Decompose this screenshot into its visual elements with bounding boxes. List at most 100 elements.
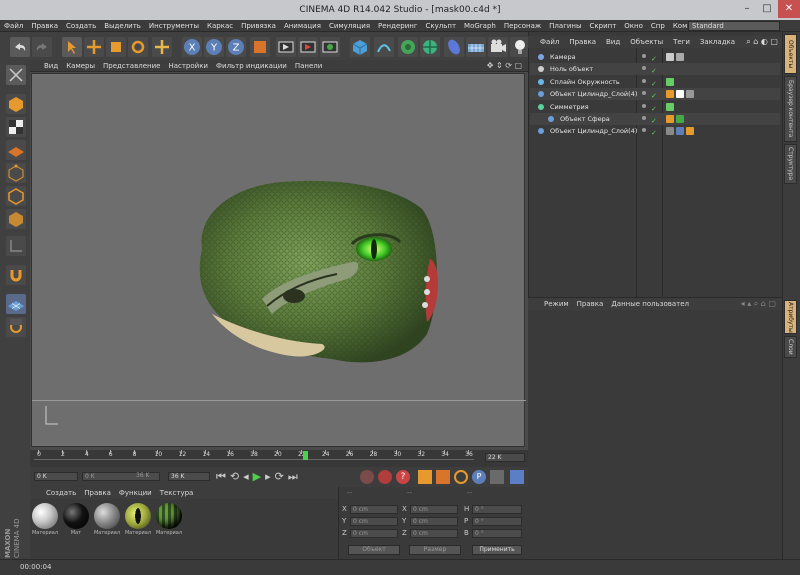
camera-icon[interactable] <box>488 37 508 57</box>
attribute-menu-user-data[interactable]: Данные пользовател <box>607 300 693 308</box>
next-frame-icon[interactable]: ▸ <box>265 470 275 483</box>
visibility-dot-icon[interactable] <box>642 78 646 83</box>
size-field[interactable]: 0 cm <box>410 517 458 526</box>
material-swatch[interactable] <box>94 503 120 529</box>
timeline-ruler[interactable]: 0 2 4 6 8 10 12 14 16 18 20 22 24 26 28 30 32 34 36 22 K <box>30 450 528 467</box>
size-field[interactable]: 0 cm <box>410 529 458 538</box>
rotate-icon[interactable] <box>128 37 148 57</box>
material-swatch[interactable] <box>63 503 89 529</box>
menu-script[interactable]: Скрипт <box>586 20 621 32</box>
polygons-mode-icon[interactable] <box>6 209 26 229</box>
playback-controls[interactable]: ⏮⟲◂▶▸⟳⏭ <box>216 469 302 485</box>
visibility-dot-icon[interactable] <box>642 128 646 133</box>
locked-workplane-icon[interactable] <box>6 317 26 337</box>
object-tag-icon[interactable] <box>676 127 684 136</box>
z-axis-icon[interactable]: Z <box>226 37 246 57</box>
object-menu-tags[interactable]: Теги <box>668 36 695 48</box>
viewport-menu-cameras[interactable]: Камеры <box>62 60 99 72</box>
prev-frame-icon[interactable]: ◂ <box>243 470 253 483</box>
object-row[interactable]: Объект Цилиндр_Слой(4) ✓ <box>530 88 780 101</box>
pen-spline-icon[interactable] <box>374 37 394 57</box>
menu-mesh[interactable]: Каркас <box>203 20 237 32</box>
start-frame-field[interactable]: 0 K <box>34 472 78 481</box>
layout-select[interactable]: Standard <box>688 21 780 31</box>
add-object-icon[interactable] <box>152 37 172 57</box>
render-picture-viewer-icon[interactable] <box>298 37 318 57</box>
attribute-menu-edit[interactable]: Правка <box>573 300 608 308</box>
object-menu-view[interactable]: Вид <box>601 36 625 48</box>
viewport-menu-display[interactable]: Представление <box>99 60 164 72</box>
keyframe-selection-icon[interactable]: ? <box>396 470 410 484</box>
menu-render[interactable]: Рендеринг <box>374 20 422 32</box>
viewport-menu-filter[interactable]: Фильтр индикации <box>212 60 291 72</box>
tab-content-browser[interactable]: Браузер контента <box>784 76 797 142</box>
material-menu-edit[interactable]: Правка <box>80 489 115 497</box>
key-rotation-icon[interactable] <box>454 470 468 484</box>
scale-icon[interactable] <box>106 37 126 57</box>
menu-edit[interactable]: Правка <box>27 20 62 32</box>
material-menu-function[interactable]: Функции <box>115 489 156 497</box>
range-slider-end[interactable]: 36 K <box>134 472 160 481</box>
redo-icon[interactable] <box>32 37 52 57</box>
menu-window[interactable]: Окно <box>620 20 647 32</box>
play-icon[interactable]: ▶ <box>253 470 265 483</box>
object-menu-objects[interactable]: Объекты <box>625 36 668 48</box>
menu-select[interactable]: Выделить <box>100 20 145 32</box>
object-row[interactable]: Симметрия ✓ <box>530 101 780 113</box>
size-field[interactable]: 0 cm <box>410 505 458 514</box>
object-tag-icon[interactable] <box>676 53 684 61</box>
lizard-head-model[interactable] <box>32 74 526 448</box>
object-row[interactable]: Сплайн Окружность ✓ <box>530 76 780 88</box>
coordinate-size-select[interactable]: Размер <box>409 545 461 555</box>
object-row[interactable]: Камера ✓ <box>530 51 780 63</box>
next-key-icon[interactable]: ⟳ <box>275 470 288 483</box>
menu-character[interactable]: Персонаж <box>500 20 545 32</box>
object-menu-edit[interactable]: Правка <box>564 36 601 48</box>
timeline-window-icon[interactable] <box>510 470 524 484</box>
coordinate-mode-select[interactable]: Объект <box>348 545 400 555</box>
object-row[interactable]: Объект Цилиндр_Слой(4) ✓ <box>530 125 780 137</box>
visibility-dot-icon[interactable] <box>642 91 646 96</box>
object-row[interactable]: Ноль объект ✓ <box>530 63 780 76</box>
go-to-end-icon[interactable]: ⏭ <box>288 470 302 483</box>
attribute-menu-mode[interactable]: Режим <box>540 300 573 308</box>
object-tag-icon[interactable] <box>666 90 674 99</box>
axis-mode-icon[interactable] <box>6 236 26 256</box>
tab-structure[interactable]: Структура <box>784 144 797 184</box>
menu-plugins[interactable]: Плагины <box>545 20 585 32</box>
viewport-nav-icons[interactable]: ✥ ⇕ ⟳ ▢ <box>487 60 522 72</box>
object-tag-icon[interactable] <box>666 115 674 123</box>
make-editable-icon[interactable] <box>6 65 26 85</box>
key-pla-icon[interactable] <box>490 470 504 484</box>
y-axis-icon[interactable]: Y <box>204 37 224 57</box>
object-manager-nav-icons[interactable]: ⌕ ⌂ ◐ ▢ <box>746 36 778 48</box>
points-mode-icon[interactable] <box>6 163 26 183</box>
autokey-icon[interactable] <box>378 470 392 484</box>
key-position-icon[interactable] <box>418 470 432 484</box>
snap-icon[interactable] <box>6 265 26 285</box>
menu-tools[interactable]: Инструменты <box>145 20 203 32</box>
tab-layers[interactable]: Слои <box>784 336 797 358</box>
object-row[interactable]: Объект Сфера ✓ <box>530 113 780 125</box>
end-frame-field[interactable]: 36 K <box>168 472 210 481</box>
workplane-icon[interactable] <box>6 140 26 160</box>
edges-mode-icon[interactable] <box>6 186 26 206</box>
close-icon[interactable]: ✕ <box>778 0 800 18</box>
record-active-icon[interactable] <box>360 470 374 484</box>
live-select-icon[interactable] <box>62 37 82 57</box>
visibility-dot-icon[interactable] <box>642 103 646 108</box>
render-view-icon[interactable] <box>276 37 296 57</box>
attribute-nav-icons[interactable]: ◂ ▴ ⌕ ⌂ ▢ <box>741 298 776 310</box>
visibility-dot-icon[interactable] <box>642 116 646 120</box>
position-field[interactable]: 0 cm <box>350 517 398 526</box>
enabled-check-icon[interactable]: ✓ <box>651 127 657 139</box>
position-field[interactable]: 0 cm <box>350 529 398 538</box>
object-tag-icon[interactable] <box>676 115 684 123</box>
apply-button[interactable]: Применить <box>472 545 522 555</box>
subdivision-surface-icon[interactable] <box>398 37 418 57</box>
timeline-playhead[interactable] <box>303 451 308 460</box>
object-tag-icon[interactable] <box>666 127 674 136</box>
material-menu-create[interactable]: Создать <box>42 489 80 497</box>
minimize-icon[interactable]: – <box>736 0 758 18</box>
perspective-viewport[interactable] <box>31 73 526 448</box>
